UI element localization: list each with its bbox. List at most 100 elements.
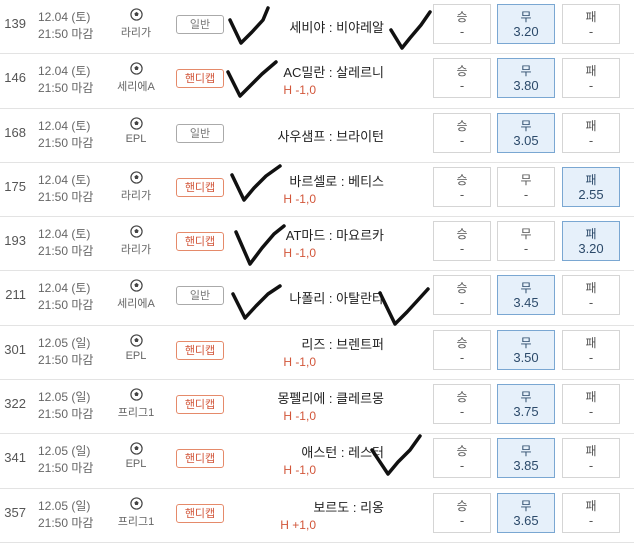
match-date: 12.04 (토): [38, 118, 91, 133]
loss-odds-cell[interactable]: 패-: [562, 384, 620, 425]
match-teams: 바르셀로 : 베티스: [289, 171, 384, 190]
odds-label: 무: [520, 10, 532, 24]
win-odds-cell[interactable]: 승-: [433, 384, 491, 425]
odds-label: 승: [456, 10, 468, 24]
match-date: 12.04 (토): [38, 281, 91, 296]
match-teams: 나폴리 : 아탈란타: [289, 288, 384, 307]
handicap-line: H -1,0: [283, 354, 316, 369]
soccer-ball-icon: [129, 279, 143, 293]
league-name: EPL: [125, 132, 147, 145]
draw-odds-cell[interactable]: 무 3.20: [497, 4, 555, 44]
odds-value: 3.20: [513, 24, 539, 39]
away-team: 레스터: [348, 445, 384, 461]
home-team: 보르도: [313, 499, 350, 515]
odds-label: 승: [456, 498, 468, 513]
bet-type-badge: 핸디캡: [176, 340, 224, 360]
match-date: 12.04 (토): [38, 10, 91, 24]
odds-label: 패: [585, 281, 597, 296]
win-odds-cell[interactable]: 승-: [433, 492, 491, 533]
odds-value: -: [588, 24, 594, 39]
odds-value: -: [459, 24, 465, 39]
loss-odds-cell[interactable]: 패-: [562, 438, 620, 479]
loss-odds-cell[interactable]: 패 2.55: [562, 166, 620, 207]
match-teams: 사우샘프 : 브라이턴: [277, 126, 384, 145]
odds-label: 패: [585, 390, 597, 405]
away-team: 살레르니: [336, 65, 384, 81]
odds-value: -: [588, 78, 594, 94]
deadline-time: 21:50 마감: [38, 407, 94, 422]
bet-type-badge: 핸디캡: [176, 69, 224, 89]
handicap-line: H -1,0: [283, 463, 316, 478]
draw-odds-cell[interactable]: 무 3.50: [497, 329, 555, 370]
win-odds-cell[interactable]: 승-: [433, 112, 491, 153]
match-number: 193: [4, 233, 26, 249]
odds-label: 패: [585, 10, 597, 24]
league: 프리그1: [110, 388, 162, 420]
draw-odds-cell[interactable]: 무 3.45: [497, 275, 555, 316]
home-team: 사우샘프: [277, 128, 326, 144]
match-number: 357: [4, 504, 26, 520]
draw-odds-cell[interactable]: 무 3.05: [497, 112, 555, 153]
odds-value: -: [588, 132, 594, 148]
odds-label: 승: [456, 227, 468, 242]
loss-odds-cell[interactable]: 패-: [562, 4, 620, 44]
league: EPL: [110, 116, 162, 145]
league: 라리가: [110, 8, 162, 40]
odds-value: -: [588, 404, 594, 420]
bet-type-badge: 핸디캡: [176, 503, 224, 523]
deadline-time: 21:50 마감: [38, 352, 94, 367]
bet-type-badge: 핸디캡: [176, 395, 224, 415]
win-odds-cell[interactable]: 승-: [433, 275, 491, 316]
bet-type-badge: 일반: [176, 123, 224, 143]
win-odds-cell[interactable]: 승-: [433, 438, 491, 479]
match-number: 139: [4, 16, 26, 31]
loss-odds-cell[interactable]: 패 3.20: [562, 221, 620, 262]
loss-odds-cell[interactable]: 패-: [562, 112, 620, 153]
odds-label: 무: [520, 281, 532, 296]
win-odds-cell[interactable]: 승-: [433, 329, 491, 370]
odds-label: 무: [520, 172, 532, 187]
match-date: 12.05 (일): [38, 498, 91, 513]
odds-label: 승: [456, 118, 468, 133]
odds-label: 무: [520, 498, 532, 513]
odds-value: -: [523, 186, 529, 202]
match-row: 193 12.04 (토) 21:50 마감 라리가 핸디캡 AT마드 : 마요르카 H -…: [0, 217, 634, 272]
soccer-ball-icon: [129, 496, 143, 510]
soccer-ball-icon: [129, 388, 143, 401]
odds-value: 3.65: [513, 512, 539, 528]
win-odds-cell[interactable]: 승-: [433, 4, 491, 44]
match-date: 12.04 (토): [38, 172, 91, 187]
draw-odds-cell[interactable]: 무 3.75: [497, 384, 555, 425]
match-teams: 리즈 : 브렌트퍼: [301, 334, 384, 353]
team-separator: :: [325, 336, 337, 352]
team-separator: :: [325, 291, 337, 307]
team-separator: :: [325, 65, 337, 81]
win-odds-cell[interactable]: 승-: [433, 58, 491, 99]
draw-odds-cell[interactable]: 무 3.80: [497, 58, 555, 99]
draw-odds-cell[interactable]: 무-: [497, 166, 555, 207]
league: 세리에A: [110, 279, 162, 311]
odds-value: 3.20: [578, 241, 604, 257]
draw-odds-cell[interactable]: 무 3.65: [497, 492, 555, 533]
soccer-ball-icon: [129, 442, 143, 456]
odds-label: 무: [520, 390, 532, 405]
match-row: 168 12.04 (토) 21:50 마감 EPL 일반 사우샘프 : 브라이턴 승 - 무 3…: [0, 109, 634, 163]
odds-value: -: [459, 458, 465, 474]
win-odds-cell[interactable]: 승-: [433, 166, 491, 207]
league: EPL: [110, 334, 162, 362]
league-name: 라리가: [120, 27, 152, 39]
loss-odds-cell[interactable]: 패-: [562, 492, 620, 533]
match-date: 12.05 (일): [38, 444, 91, 459]
draw-odds-cell[interactable]: 무-: [497, 221, 555, 262]
deadline-time: 21:50 마감: [38, 298, 94, 313]
league: 세리에A: [110, 62, 162, 94]
match-row: 357 12.05 (일) 21:50 마감 프리그1 핸디캡 보르도 : 리옹 H +1,…: [0, 489, 634, 543]
odds-value: -: [459, 241, 465, 257]
odds-label: 승: [456, 444, 468, 459]
win-odds-cell[interactable]: 승-: [433, 221, 491, 262]
draw-odds-cell[interactable]: 무 3.85: [497, 438, 555, 479]
loss-odds-cell[interactable]: 패-: [562, 58, 620, 99]
loss-odds-cell[interactable]: 패-: [562, 275, 620, 316]
loss-odds-cell[interactable]: 패-: [562, 329, 620, 370]
match-datetime: 12.04 (토) 21:50 마감: [38, 63, 93, 97]
